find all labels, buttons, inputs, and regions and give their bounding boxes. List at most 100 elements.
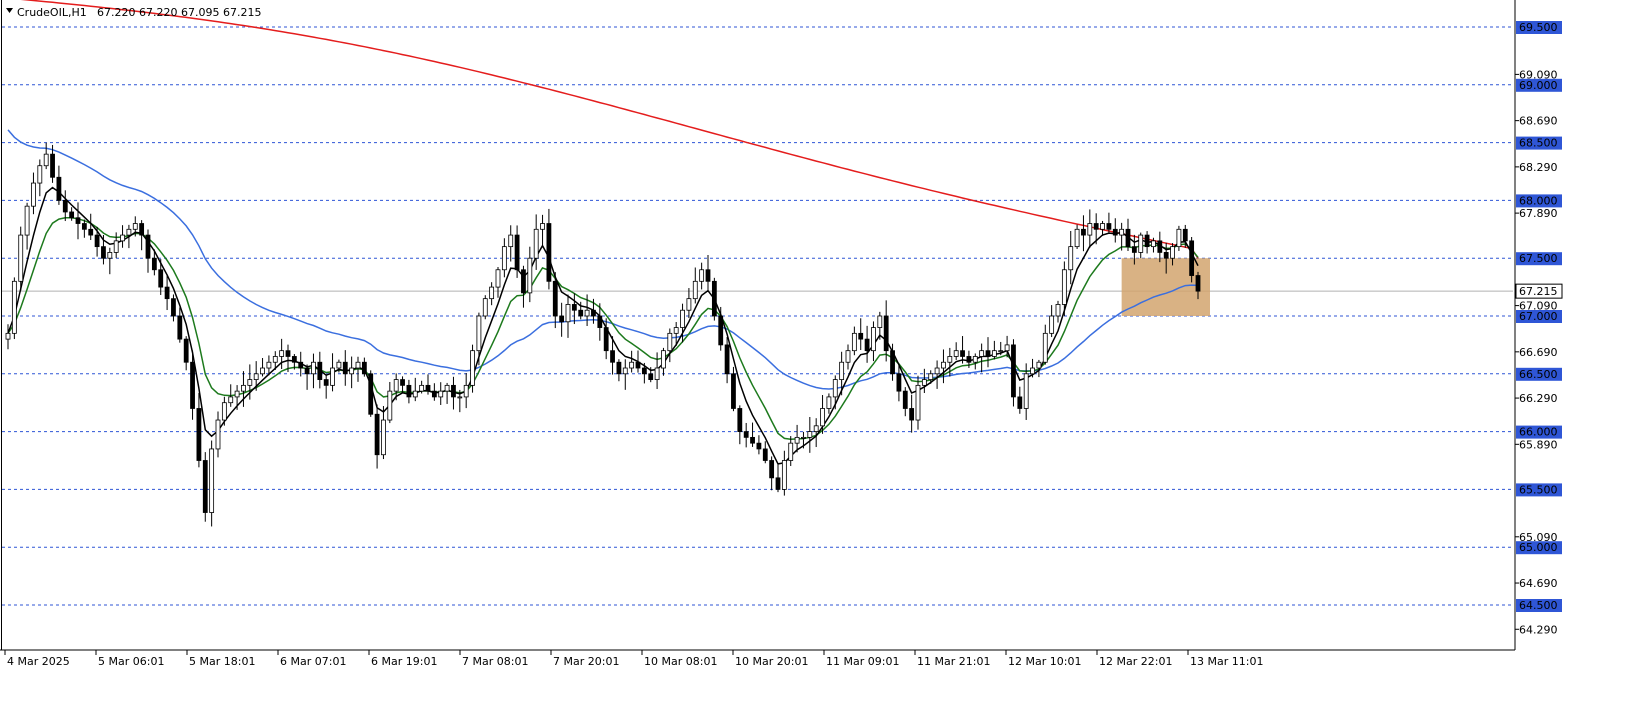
candle-bull [1138, 234, 1144, 253]
candle-bull [565, 304, 571, 323]
candle-bull [266, 361, 272, 369]
candle-bull [476, 315, 482, 352]
candle-bear [317, 361, 323, 380]
candle-bull [1036, 361, 1042, 369]
time-tick-label: 4 Mar 2025 [7, 655, 70, 668]
candle-bull [1068, 246, 1074, 271]
level-lines [2, 26, 1513, 606]
candle-bear [737, 408, 743, 433]
candle-bear [1131, 246, 1137, 253]
level-badge-label: 66.500 [1519, 368, 1558, 381]
candle-bull [5, 332, 11, 340]
candle-bull [241, 384, 246, 392]
candle-bear [400, 379, 405, 386]
price-tick-label: 64.690 [1519, 577, 1558, 590]
time-tick-label: 5 Mar 18:01 [189, 655, 255, 668]
level-badge-label: 65.500 [1519, 483, 1558, 496]
price-axis: 69.09068.69068.29067.89067.09066.69066.2… [0, 0, 1563, 651]
candle-bear [342, 361, 348, 375]
candle-bear [1157, 240, 1163, 253]
candle-bull [941, 361, 946, 369]
candle-bull [311, 361, 316, 375]
candle-bull [1004, 344, 1010, 352]
dropdown-triangle-icon[interactable] [6, 8, 13, 13]
candle-bull [1074, 228, 1080, 248]
candle-bull [622, 367, 628, 375]
candle-bull [972, 356, 978, 363]
candle-bull [279, 350, 285, 357]
price-tick-label: 67.890 [1519, 207, 1558, 220]
candle-bull [667, 332, 673, 352]
candle-bull [584, 309, 590, 317]
candle-bull [699, 269, 705, 282]
candle-bull [781, 460, 787, 490]
candle-bear [368, 373, 374, 415]
candle-bull [533, 228, 539, 259]
candle-bull [272, 356, 278, 363]
candle-bear [775, 477, 781, 490]
candle-bull [832, 379, 838, 398]
candle-bull [1055, 304, 1061, 317]
candle-bull [330, 367, 335, 386]
candle-bull [24, 205, 30, 236]
time-axis: 4 Mar 2025 5 Mar 06:01 5 Mar 18:01 6 Mar 07… [4, 650, 1263, 668]
candle-bear [711, 280, 717, 317]
candle-bull [438, 390, 444, 398]
time-tick-label: 13 Mar 11:01 [1190, 655, 1263, 668]
candle-bull [877, 315, 883, 328]
candle-bear [202, 460, 208, 513]
price-tick-label: 65.890 [1519, 438, 1558, 451]
price-tick-label: 64.290 [1519, 623, 1558, 636]
ma-red-line [20, 0, 1199, 259]
candle-bull [1030, 367, 1035, 375]
candle-bull [1087, 223, 1093, 236]
candle-bull [527, 257, 533, 294]
candle-bear [406, 384, 412, 398]
level-badge-label: 64.500 [1519, 599, 1558, 612]
candle-bull [1100, 223, 1105, 230]
candle-bull [228, 396, 234, 404]
current-price-label: 67.215 [1519, 285, 1558, 298]
level-badge-label: 67.000 [1519, 310, 1558, 323]
candle-bull [947, 356, 953, 363]
candle-bull [807, 431, 813, 438]
candle-bear [1182, 228, 1188, 242]
time-tick-label: 12 Mar 22:01 [1099, 655, 1172, 668]
candle-bear [56, 176, 62, 201]
candle-bear [164, 286, 170, 300]
candle-bear [177, 315, 183, 340]
candle-bear [966, 356, 972, 363]
candle-bear [591, 309, 596, 317]
candle-bull [463, 384, 469, 398]
time-tick-label: 7 Mar 08:01 [462, 655, 528, 668]
candle-bull [845, 350, 851, 363]
candle-bull [686, 298, 692, 311]
candle-bear [883, 315, 889, 352]
candle-bull [482, 298, 488, 317]
candle-bear [902, 390, 908, 409]
candle-bull [1176, 228, 1182, 248]
candle-bull [794, 436, 800, 444]
price-chart[interactable]: 69.09068.69068.29067.89067.09066.69066.2… [0, 0, 1651, 708]
candle-bull [979, 350, 985, 357]
candle-bull [31, 182, 36, 207]
candle-bear [571, 304, 577, 311]
candle-bear [50, 153, 55, 178]
candle-bull [120, 234, 125, 242]
time-tick-label: 12 Mar 10:01 [1008, 655, 1081, 668]
candle-bear [291, 356, 297, 363]
candle-bull [457, 396, 463, 399]
candle-bull [444, 384, 450, 392]
candle-bull [871, 327, 876, 352]
candle-bull [820, 408, 825, 427]
candle-bear [1189, 240, 1195, 276]
candle-bear [81, 223, 87, 230]
candle-bull [1042, 332, 1048, 363]
candle-bull [113, 240, 119, 253]
candle-bull [1151, 240, 1156, 248]
time-tick-label: 11 Mar 21:01 [917, 655, 990, 668]
candle-bear [552, 280, 558, 317]
candle-bull [419, 384, 425, 392]
candle-bull [11, 280, 17, 334]
candle-bull [132, 223, 138, 230]
